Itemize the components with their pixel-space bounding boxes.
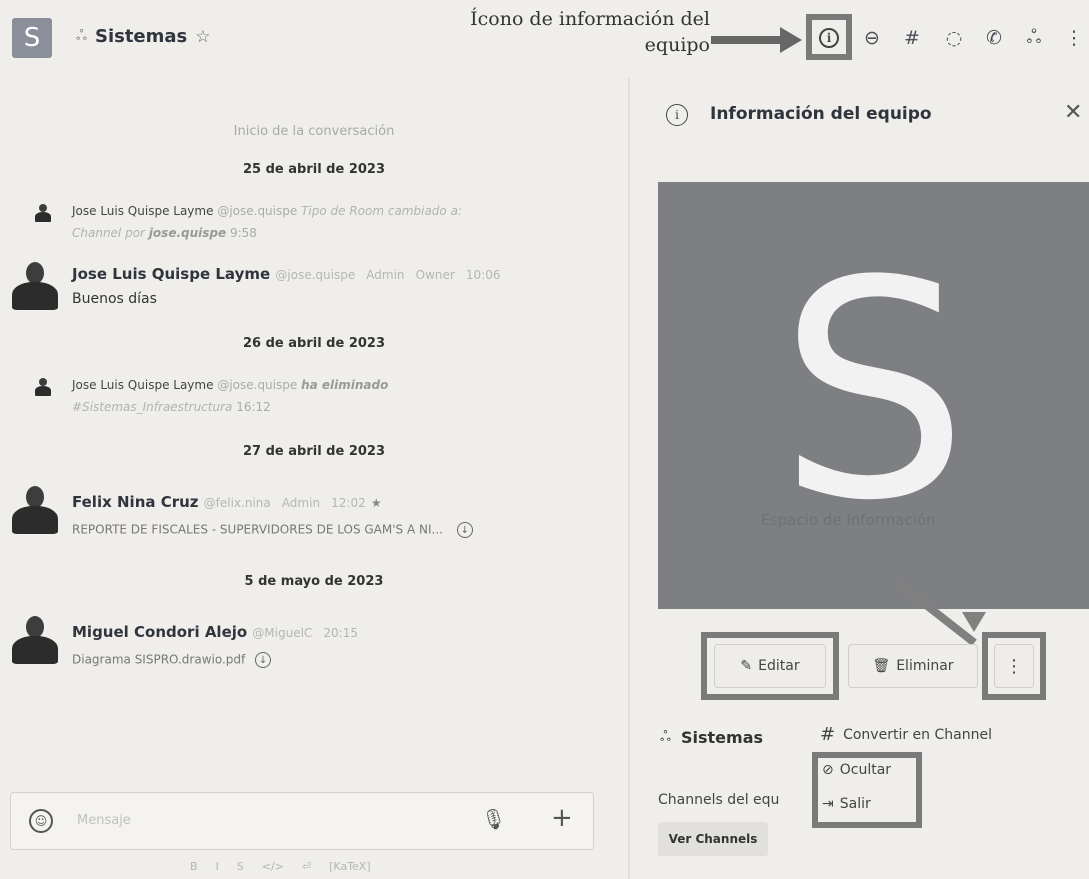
date-separator: 26 de abril de 2023 bbox=[242, 336, 386, 351]
message-header: Miguel Condori Alejo @MiguelC 20:15 bbox=[72, 623, 358, 641]
channels-icon[interactable]: # bbox=[898, 24, 926, 52]
code-icon[interactable]: </> bbox=[262, 860, 284, 873]
more-options-button[interactable]: ⋮ bbox=[994, 644, 1034, 688]
call-icon[interactable]: ✆ bbox=[980, 24, 1008, 52]
kebab-icon[interactable]: ⋮ bbox=[1060, 24, 1088, 52]
team-icon: ஃ bbox=[660, 728, 671, 745]
conversation-start: Inicio de la conversación bbox=[233, 124, 395, 139]
attachment-title[interactable]: REPORTE DE FISCALES - SUPERVIDORES DE LO… bbox=[72, 522, 473, 538]
panel-title: Información del equipo bbox=[710, 104, 932, 124]
strike-icon[interactable]: S bbox=[237, 860, 244, 873]
microphone-icon[interactable]: 🎙 bbox=[481, 807, 506, 831]
avatar[interactable] bbox=[34, 378, 52, 396]
message-header: Jose Luis Quispe Layme @jose.quispe Admi… bbox=[72, 265, 501, 283]
discussion-icon[interactable]: ◌ bbox=[940, 24, 968, 52]
menu-item-leave[interactable]: ⇥ Salir bbox=[822, 796, 871, 812]
system-message: Jose Luis Quispe Layme @jose.quispe ha e… bbox=[72, 378, 389, 414]
room-avatar[interactable]: S bbox=[12, 18, 52, 58]
message-input[interactable]: Mensaje bbox=[77, 813, 131, 828]
date-separator: 27 de abril de 2023 bbox=[242, 444, 386, 459]
italic-icon[interactable]: I bbox=[216, 860, 219, 873]
convert-channel-item[interactable]: # Convertir en Channel bbox=[820, 724, 992, 745]
trash-icon: 🗑 bbox=[872, 658, 891, 674]
info-icon[interactable]: i bbox=[815, 24, 843, 52]
katex-icon[interactable]: [KaTeX] bbox=[329, 860, 371, 873]
avatar-overlay-text: Espacio de Información bbox=[760, 511, 936, 529]
room-name: Sistemas bbox=[94, 26, 188, 47]
team-avatar: S Espacio de Información bbox=[658, 182, 1089, 609]
avatar[interactable] bbox=[10, 484, 60, 534]
system-message: Jose Luis Quispe Layme @jose.quispe Tipo… bbox=[72, 204, 462, 240]
delete-button[interactable]: 🗑 Eliminar bbox=[848, 644, 978, 688]
pencil-icon: ✎ bbox=[740, 658, 753, 674]
avatar[interactable] bbox=[10, 614, 60, 664]
room-title: ஃ Sistemas ☆ bbox=[76, 26, 211, 47]
view-channels-button[interactable]: Ver Channels bbox=[658, 822, 768, 856]
team-name-row: ஃ Sistemas bbox=[660, 728, 764, 747]
team-icon: ஃ bbox=[76, 27, 87, 44]
members-icon[interactable]: ஃ bbox=[1020, 24, 1048, 52]
newline-icon[interactable]: ⏎ bbox=[302, 860, 311, 873]
menu-arrow-head bbox=[962, 612, 986, 632]
format-toolbar: B I S </> ⏎ [KaTeX] bbox=[190, 860, 371, 873]
callout-arrow bbox=[711, 36, 783, 44]
download-icon[interactable]: ↓ bbox=[456, 522, 473, 538]
avatar[interactable] bbox=[34, 204, 52, 222]
message-header: Felix Nina Cruz @felix.nina Admin 12:02 … bbox=[72, 493, 382, 511]
info-icon: i bbox=[666, 104, 688, 126]
menu-item-hide[interactable]: ⊘ Ocultar bbox=[822, 762, 891, 778]
exit-icon: ⇥ bbox=[822, 796, 834, 812]
bold-icon[interactable]: B bbox=[190, 860, 198, 873]
callout-annotation: Ícono de información del equipo bbox=[470, 8, 710, 56]
message-author[interactable]: Miguel Condori Alejo bbox=[72, 623, 247, 641]
options-menu: ⊘ Ocultar ⇥ Salir bbox=[812, 752, 922, 828]
edit-button[interactable]: ✎ Editar bbox=[714, 644, 826, 688]
message-author[interactable]: Felix Nina Cruz bbox=[72, 493, 199, 511]
date-separator: 5 de mayo de 2023 bbox=[244, 574, 384, 589]
team-avatar-letter: S bbox=[778, 217, 969, 566]
starred-icon: ★ bbox=[370, 496, 382, 510]
date-separator: 25 de abril de 2023 bbox=[242, 162, 386, 177]
panel-divider bbox=[628, 78, 630, 879]
message-composer: ☺ Mensaje 🎙 + bbox=[10, 792, 594, 850]
download-icon[interactable]: ↓ bbox=[255, 652, 272, 668]
hash-icon: # bbox=[820, 724, 836, 745]
avatar[interactable] bbox=[10, 260, 60, 310]
channels-label: Channels del equ bbox=[658, 792, 780, 808]
threads-icon[interactable]: ⊖ bbox=[858, 24, 886, 52]
message-body: Buenos días bbox=[72, 291, 157, 307]
close-icon[interactable]: ✕ bbox=[1064, 100, 1082, 125]
callout-arrow-head bbox=[780, 27, 802, 53]
plus-icon[interactable]: + bbox=[551, 803, 573, 833]
favorite-star-icon[interactable]: ☆ bbox=[195, 27, 210, 47]
message-author[interactable]: Jose Luis Quispe Layme bbox=[72, 265, 270, 283]
emoji-icon[interactable]: ☺ bbox=[29, 809, 53, 833]
attachment-title[interactable]: Diagrama SISPRO.drawio.pdf ↓ bbox=[72, 652, 272, 668]
eye-off-icon: ⊘ bbox=[822, 762, 834, 778]
